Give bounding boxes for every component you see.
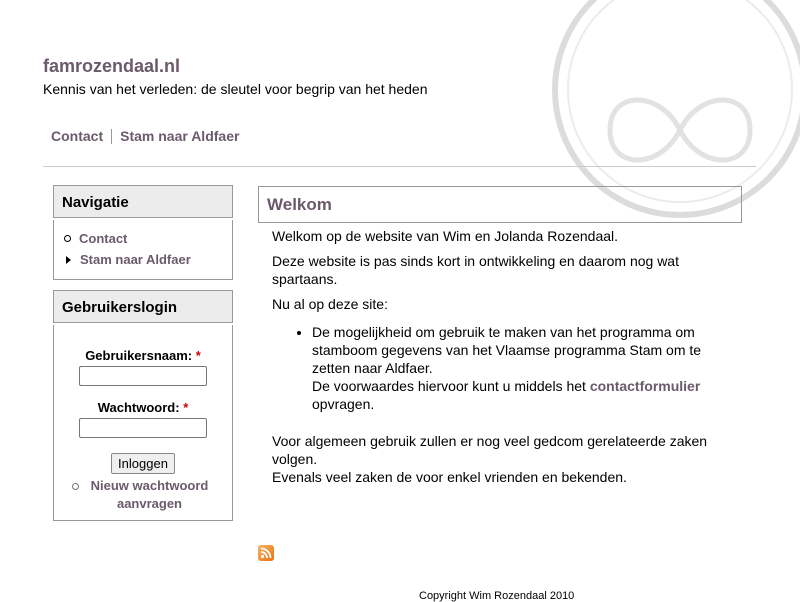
new-password-item: Nieuw wachtwoord aanvragen	[54, 477, 232, 513]
rss-feed-icon[interactable]	[258, 545, 274, 561]
nav-link-stam-naar-aldfaer[interactable]: Stam naar Aldfaer	[80, 252, 191, 267]
footer-copyright: Copyright Wim Rozendaal 2010	[419, 590, 575, 602]
header-divider	[43, 166, 756, 167]
content-paragraph: Voor algemeen gebruik zullen er nog veel…	[272, 433, 708, 485]
feature-list: De mogelijkheid om gebruik te maken van …	[272, 323, 732, 413]
list-item: De mogelijkheid om gebruik te maken van …	[312, 323, 732, 413]
username-label: Gebruikersnaam: *	[85, 348, 201, 363]
primary-link-contact[interactable]: Contact	[43, 128, 111, 144]
navigation-block: Contact Stam naar Aldfaer	[53, 220, 233, 280]
circle-bullet-icon	[64, 235, 71, 242]
password-label: Wachtwoord: *	[97, 400, 189, 415]
content-paragraph: Nu al op deze site:	[272, 296, 388, 312]
content-paragraph: Deze website is pas sinds kort in ontwik…	[272, 253, 679, 287]
contactformulier-link[interactable]: contactformulier	[590, 378, 700, 394]
navigation-block-title: Navigatie	[53, 185, 233, 218]
username-input[interactable]	[79, 366, 207, 386]
required-marker: *	[195, 348, 201, 363]
username-group: Gebruikersnaam: *	[54, 348, 232, 386]
login-block-title: Gebruikerslogin	[53, 290, 233, 323]
site-name-link[interactable]: famrozendaal.nl	[43, 56, 180, 77]
primary-links: Contact Stam naar Aldfaer	[43, 128, 247, 144]
required-marker: *	[183, 400, 189, 415]
content-title: Welkom	[258, 186, 742, 223]
content-paragraph: Welkom op de website van Wim en Jolanda …	[272, 228, 619, 244]
password-input[interactable]	[79, 418, 207, 438]
new-password-link[interactable]: Nieuw wachtwoord aanvragen	[85, 477, 215, 513]
nav-link-contact[interactable]: Contact	[79, 231, 127, 246]
login-button[interactable]: Inloggen	[111, 453, 175, 474]
content-body: Welkom op de website van Wim en Jolanda …	[272, 227, 732, 493]
site-slogan: Kennis van het verleden: de sleutel voor…	[43, 81, 428, 97]
primary-link-stam-naar-aldfaer[interactable]: Stam naar Aldfaer	[112, 128, 247, 144]
triangle-bullet-icon	[66, 255, 71, 264]
password-group: Wachtwoord: *	[54, 400, 232, 438]
circle-bullet-icon	[71, 483, 79, 490]
nav-item-stam-naar-aldfaer[interactable]: Stam naar Aldfaer	[64, 249, 232, 270]
login-block: Gebruikersnaam: * Wachtwoord: * Inloggen…	[53, 325, 233, 521]
nav-item-contact[interactable]: Contact	[64, 228, 232, 249]
